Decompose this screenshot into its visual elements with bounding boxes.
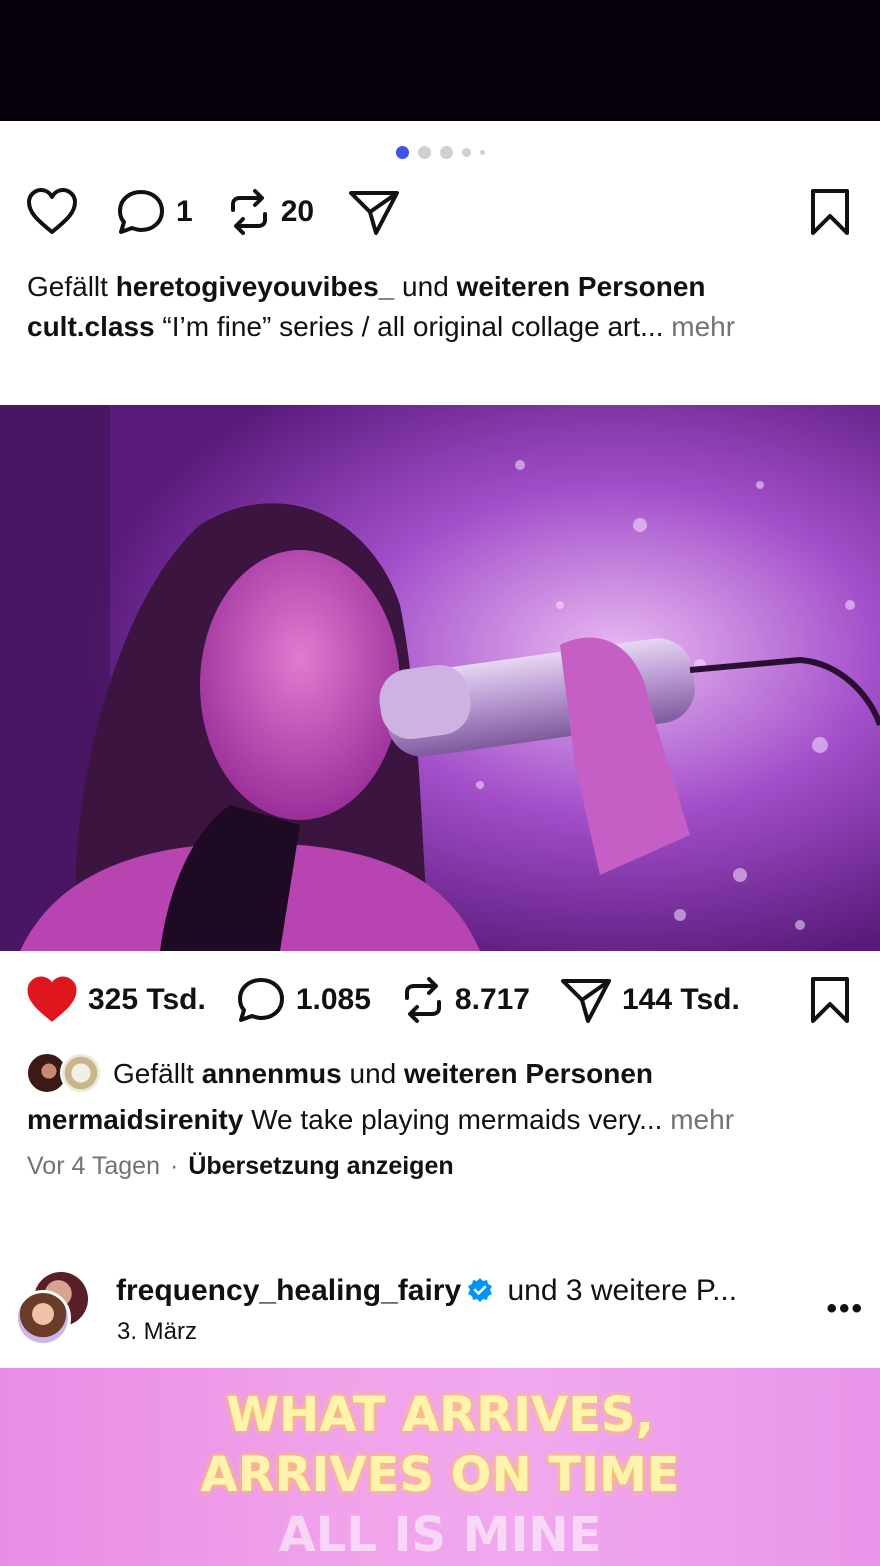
post-photo[interactable] [0, 405, 880, 951]
liker-username[interactable]: heretogiveyouvibes_ [116, 271, 395, 302]
like-button[interactable] [26, 188, 78, 236]
post-timestamp: Vor 4 Tagen [27, 1152, 160, 1180]
share-count: 144 Tsd. [622, 983, 740, 1016]
repost-icon [401, 976, 445, 1024]
comment-count: 1 [176, 195, 193, 228]
likes-summary[interactable]: Gefällt heretogiveyouvibes_ und weiteren… [27, 271, 706, 303]
author-username[interactable]: frequency_healing_fairy [116, 1274, 461, 1307]
post-header: frequency_healing_fairy und 3 weitere P.… [0, 1266, 880, 1356]
comment-icon [116, 188, 166, 236]
paper-plane-icon [560, 976, 612, 1024]
save-button[interactable] [808, 976, 852, 1024]
translate-link[interactable]: Übersetzung anzeigen [188, 1152, 453, 1180]
likes-others-link[interactable]: weiteren Personen [404, 1058, 653, 1089]
singer-photo-illustration [0, 405, 880, 951]
carousel-dot [479, 150, 485, 155]
post-author[interactable]: frequency_healing_fairy und 3 weitere P.… [116, 1274, 737, 1311]
carousel-dot [439, 146, 453, 159]
avatar [60, 1052, 102, 1094]
heart-outline-icon [26, 188, 78, 236]
comment-count: 1.085 [295, 983, 371, 1016]
repost-button[interactable]: 20 [227, 188, 348, 236]
bookmark-icon [808, 976, 852, 1024]
caption-text: “I’m fine” series / all original collage… [154, 311, 664, 342]
post-meta: Vor 4 Tagen · Übersetzung anzeigen [27, 1152, 454, 1181]
avatar[interactable] [15, 1290, 71, 1346]
carousel-dot [417, 146, 431, 159]
separator: · [169, 1152, 179, 1180]
repost-count: 8.717 [454, 983, 530, 1016]
like-count: 325 Tsd. [88, 983, 206, 1016]
save-button[interactable] [808, 188, 852, 236]
post-date: 3. März [117, 1318, 198, 1345]
comment-button[interactable]: 1.085 [236, 976, 401, 1024]
post-action-bar: 325 Tsd. 1.085 8.717 144 Tsd. [26, 976, 852, 1024]
comment-icon [236, 976, 286, 1024]
post-media-top[interactable] [0, 0, 880, 121]
post-action-bar: 1 20 [26, 188, 852, 236]
caption-username[interactable]: cult.class [27, 311, 155, 342]
carousel-indicator [0, 146, 880, 159]
overlay-line-2: ARRIVES ON TIME [200, 1447, 680, 1503]
heart-filled-icon [26, 976, 78, 1024]
repost-button[interactable]: 8.717 [401, 976, 560, 1024]
likes-others-link[interactable]: weiteren Personen [457, 271, 706, 302]
collab-suffix[interactable]: und 3 weitere P... [499, 1274, 737, 1307]
caption-username[interactable]: mermaidsirenity [27, 1104, 243, 1135]
comment-button[interactable]: 1 [116, 188, 227, 236]
verified-badge-icon [467, 1277, 493, 1311]
repost-icon [227, 188, 271, 236]
paper-plane-icon [348, 188, 400, 236]
liker-avatars[interactable] [26, 1052, 106, 1096]
caption-text: We take playing mermaids very... [243, 1104, 663, 1135]
more-link[interactable]: mehr [664, 311, 735, 342]
post-caption: cult.class “I’m fine” series / all origi… [27, 311, 735, 343]
like-button[interactable]: 325 Tsd. [26, 976, 236, 1024]
post-media-video[interactable]: WHAT ARRIVES, ARRIVES ON TIME ALL IS MIN… [0, 1368, 880, 1566]
carousel-dot [461, 148, 471, 157]
overlay-line-3: ALL IS MINE [278, 1507, 602, 1563]
likes-summary[interactable]: Gefällt annenmus und weiteren Personen [113, 1058, 653, 1090]
repost-count: 20 [280, 195, 315, 228]
post-caption: mermaidsirenity We take playing mermaids… [27, 1104, 734, 1136]
overlay-line-1: WHAT ARRIVES, [226, 1387, 654, 1443]
carousel-dot-active [395, 146, 409, 159]
share-button[interactable]: 144 Tsd. [560, 976, 740, 1024]
media-overlay-text: WHAT ARRIVES, ARRIVES ON TIME ALL IS MIN… [0, 1368, 880, 1565]
more-link[interactable]: mehr [662, 1104, 734, 1135]
more-horizontal-icon[interactable]: ••• [826, 1292, 864, 1326]
liker-username[interactable]: annenmus [202, 1058, 342, 1089]
share-button[interactable] [348, 188, 400, 236]
bookmark-icon [808, 188, 852, 236]
